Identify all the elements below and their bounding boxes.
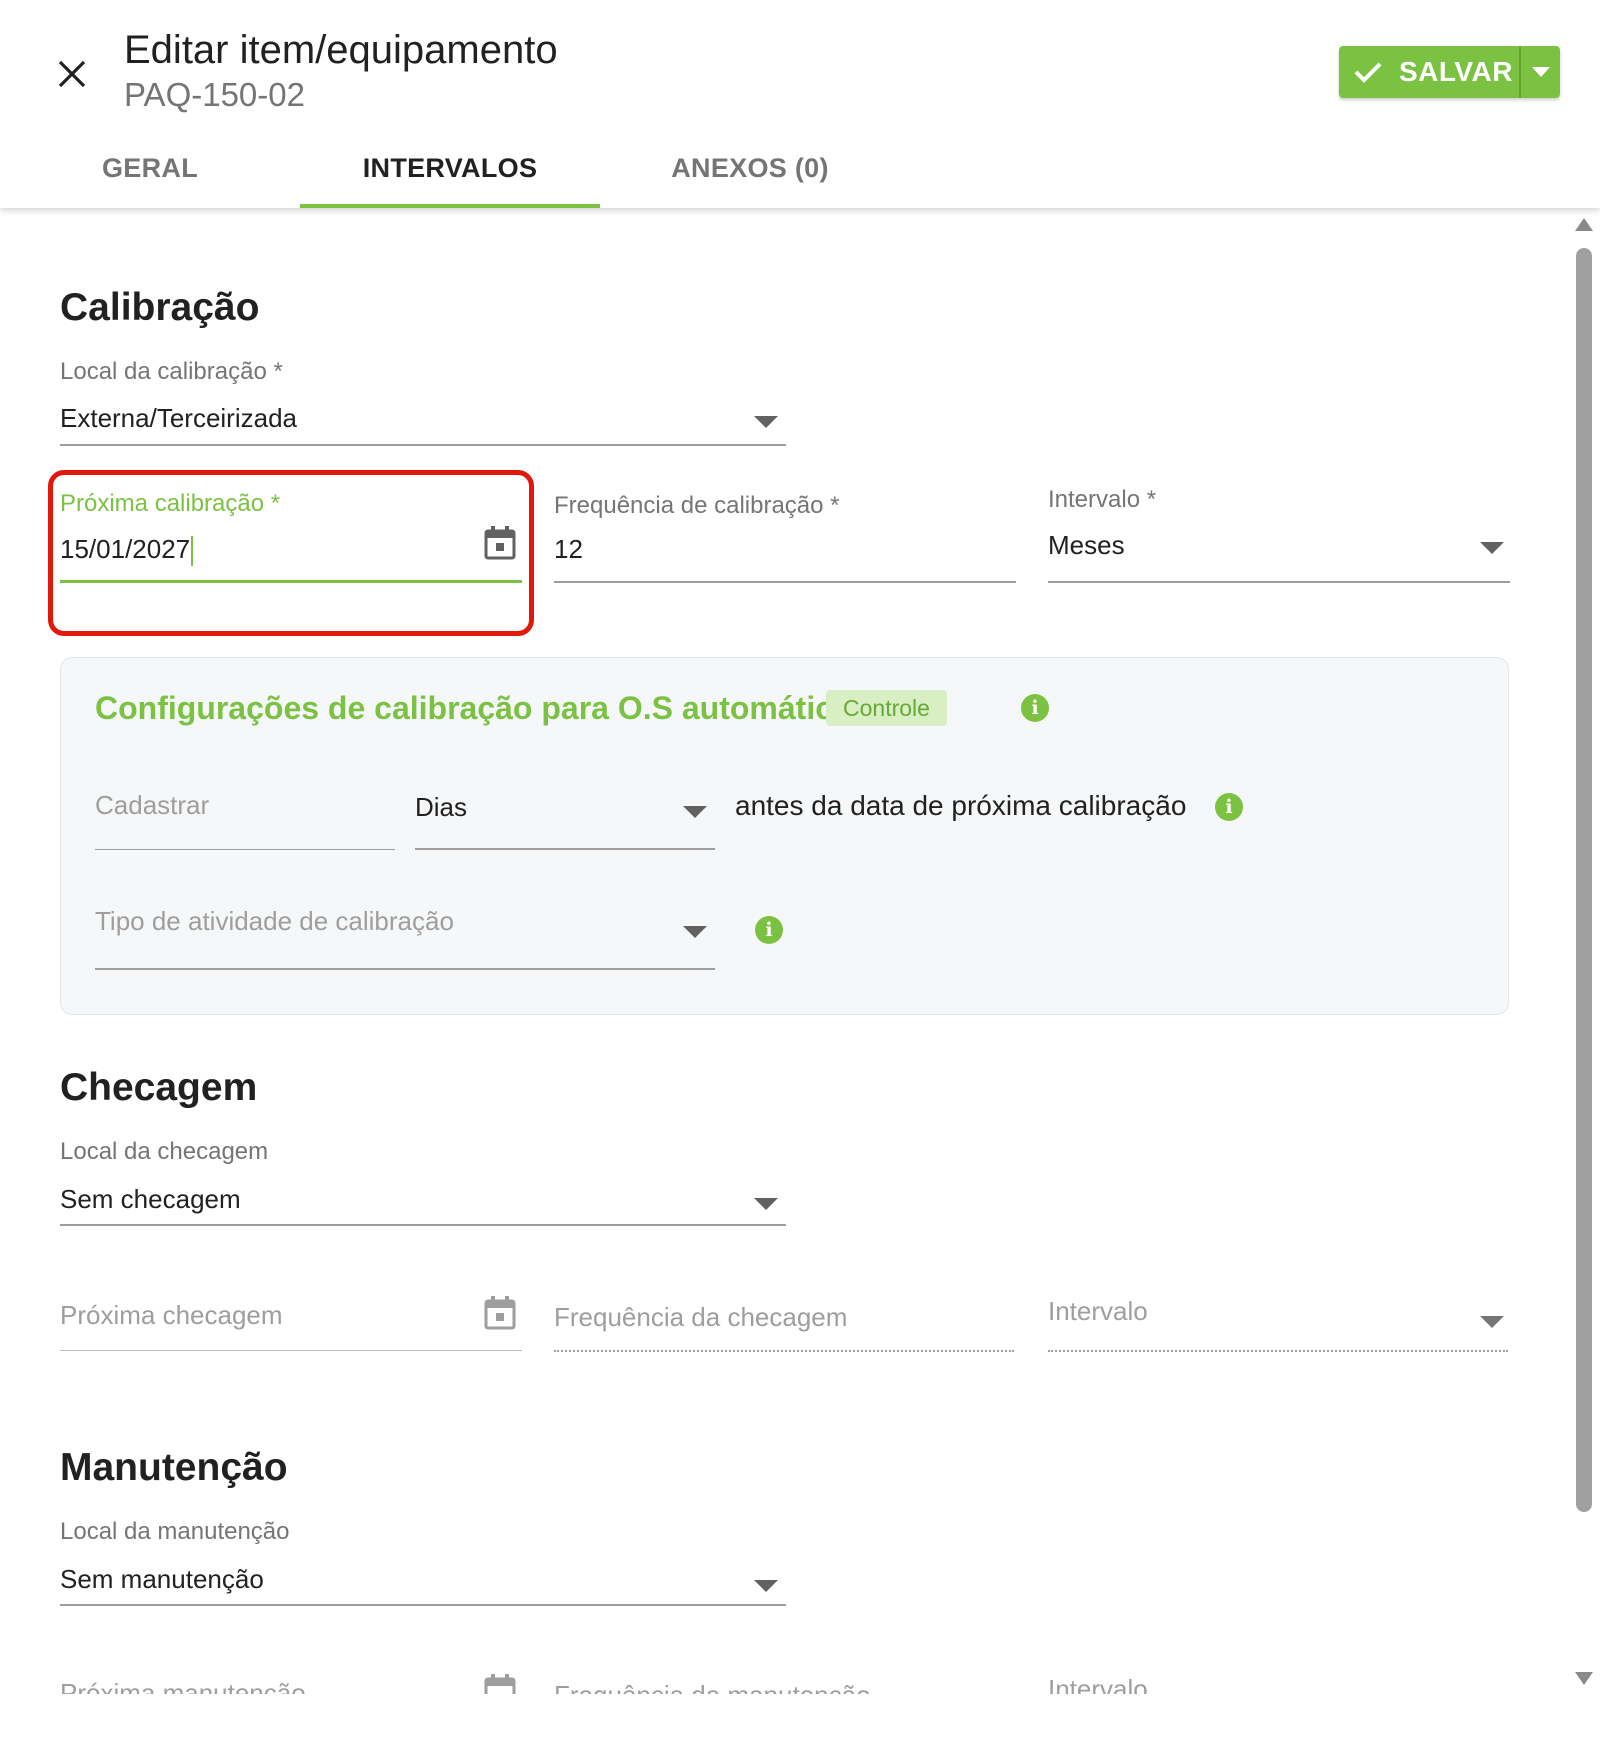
- cadastrar-placeholder: Cadastrar: [95, 790, 210, 820]
- local-manutencao-label: Local da manutenção: [60, 1518, 290, 1545]
- tipo-atividade-select[interactable]: Tipo de atividade de calibração: [95, 888, 715, 970]
- field-underline: [415, 848, 715, 850]
- antes-data-text: antes da data de próxima calibração: [735, 790, 1187, 821]
- close-button[interactable]: [50, 52, 94, 96]
- field-underline: [60, 1604, 786, 1606]
- chevron-down-icon: [1480, 1316, 1504, 1328]
- local-calibracao-value: Externa/Terceirizada: [60, 403, 297, 433]
- page-title: Editar item/equipamento: [124, 28, 558, 72]
- frequencia-manutencao-field: Frequência da manutenção: [554, 1634, 1014, 1698]
- intervalo-manutencao-select: Intervalo: [1048, 1634, 1508, 1698]
- field-underline-disabled: [554, 1350, 1014, 1352]
- unidade-select[interactable]: Dias: [415, 776, 715, 852]
- caret-down-icon: [1531, 67, 1550, 77]
- intervalo-checagem-placeholder: Intervalo: [1048, 1296, 1148, 1326]
- cadastrar-input[interactable]: Cadastrar: [95, 776, 395, 852]
- tab-intervalos[interactable]: INTERVALOS: [300, 128, 600, 208]
- unidade-value: Dias: [415, 792, 468, 822]
- intervals-content: Calibração Local da calibração * Externa…: [0, 208, 1580, 1698]
- frequencia-checagem-placeholder: Frequência da checagem: [554, 1302, 848, 1332]
- local-calibracao-label: Local da calibração *: [60, 358, 283, 385]
- proxima-manutencao-field: Próxima manutenção: [60, 1634, 522, 1698]
- tab-geral[interactable]: GERAL: [0, 128, 300, 208]
- save-button-group: SALVAR: [1339, 46, 1560, 98]
- intervalo-checagem-select: Intervalo: [1048, 1258, 1508, 1358]
- field-underline: [60, 1224, 786, 1226]
- section-title-manutencao: Manutenção: [60, 1446, 288, 1489]
- frequencia-checagem-field: Frequência da checagem: [554, 1258, 1014, 1358]
- scroll-up-arrow-icon[interactable]: [1575, 218, 1593, 231]
- bottom-edge: [0, 1694, 1600, 1744]
- proxima-checagem-field: Próxima checagem: [60, 1258, 522, 1358]
- intervalo-calibracao-label: Intervalo *: [1048, 486, 1157, 513]
- chevron-down-icon: [754, 1580, 778, 1592]
- field-underline: [1048, 581, 1510, 583]
- local-checagem-value: Sem checagem: [60, 1184, 241, 1214]
- section-title-checagem: Checagem: [60, 1066, 258, 1109]
- calendar-icon: [484, 1296, 516, 1330]
- local-calibracao-select[interactable]: Local da calibração * Externa/Terceiriza…: [60, 348, 786, 448]
- item-code: PAQ-150-02: [124, 76, 305, 113]
- field-underline-focused: [60, 580, 522, 583]
- chevron-down-icon: [1480, 542, 1504, 554]
- dialog-header: Editar item/equipamento PAQ-150-02 SALVA…: [0, 0, 1600, 208]
- check-icon: [1354, 62, 1382, 83]
- save-options-button[interactable]: [1519, 46, 1560, 98]
- info-icon[interactable]: i: [755, 916, 783, 944]
- controle-badge: Controle: [826, 690, 947, 726]
- frequencia-calibracao-label: Frequência de calibração *: [554, 492, 840, 519]
- local-manutencao-value: Sem manutenção: [60, 1564, 264, 1594]
- intervalo-calibracao-value: Meses: [1048, 530, 1125, 560]
- close-icon: [58, 60, 86, 88]
- field-underline: [60, 1350, 522, 1351]
- chevron-down-icon: [754, 1198, 778, 1210]
- intervalo-calibracao-select[interactable]: Intervalo * Meses: [1048, 476, 1510, 586]
- auto-os-config-panel: Configurações de calibração para O.S aut…: [60, 657, 1509, 1015]
- proxima-calibracao-field[interactable]: Próxima calibração * 15/01/2027: [60, 476, 522, 586]
- calendar-icon[interactable]: [484, 526, 516, 560]
- tab-anexos[interactable]: ANEXOS (0): [600, 128, 900, 208]
- frequencia-calibracao-input[interactable]: 12: [554, 534, 583, 565]
- chevron-down-icon: [683, 806, 707, 818]
- local-manutencao-select[interactable]: Local da manutenção Sem manutenção: [60, 1508, 786, 1608]
- proxima-checagem-placeholder: Próxima checagem: [60, 1300, 283, 1330]
- scrollbar-thumb[interactable]: [1576, 248, 1592, 1512]
- auto-os-title: Configurações de calibração para O.S aut…: [95, 690, 851, 726]
- proxima-calibracao-label: Próxima calibração *: [60, 490, 281, 517]
- scroll-down-arrow-icon[interactable]: [1575, 1672, 1593, 1685]
- tipo-atividade-placeholder: Tipo de atividade de calibração: [95, 906, 454, 936]
- local-checagem-label: Local da checagem: [60, 1138, 269, 1165]
- field-underline: [554, 581, 1016, 583]
- proxima-calibracao-input[interactable]: 15/01/2027: [60, 534, 194, 567]
- info-icon[interactable]: i: [1021, 694, 1049, 722]
- info-icon[interactable]: i: [1215, 793, 1243, 821]
- field-underline: [95, 968, 715, 970]
- field-underline: [95, 849, 395, 850]
- frequencia-calibracao-field[interactable]: Frequência de calibração * 12: [554, 476, 1016, 586]
- field-underline: [60, 444, 786, 446]
- field-underline-disabled: [1048, 1350, 1508, 1352]
- save-label: SALVAR: [1399, 56, 1513, 87]
- chevron-down-icon: [754, 416, 778, 428]
- chevron-down-icon: [683, 926, 707, 938]
- section-title-calibracao: Calibração: [60, 286, 260, 329]
- local-checagem-select[interactable]: Local da checagem Sem checagem: [60, 1128, 786, 1228]
- tab-bar: GERAL INTERVALOS ANEXOS (0): [0, 128, 900, 208]
- save-button[interactable]: SALVAR: [1339, 46, 1519, 98]
